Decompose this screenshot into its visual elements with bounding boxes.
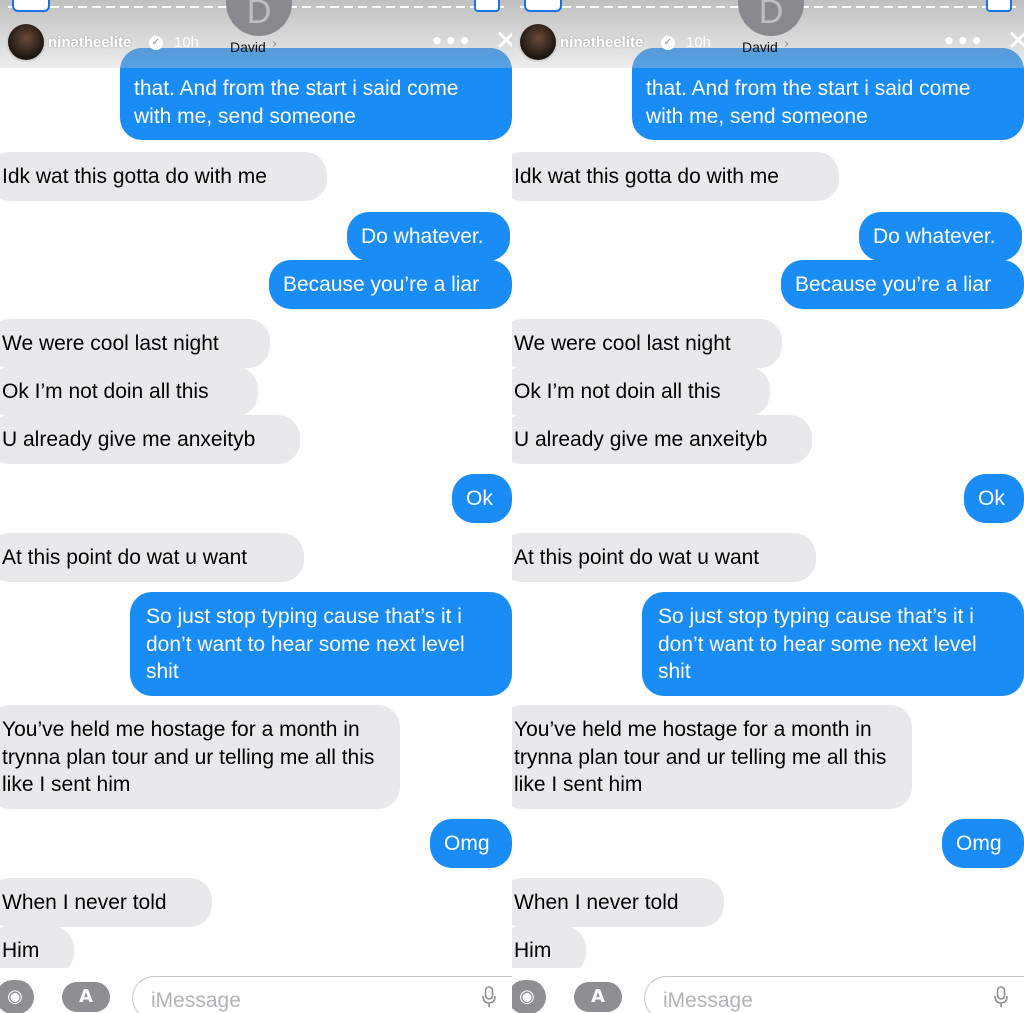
- message-outgoing: Because you’re a liar: [781, 260, 1024, 309]
- message-outgoing: So just stop typing cause that’s it i do…: [130, 592, 512, 696]
- message-incoming: You’ve held me hostage for a month in tr…: [0, 705, 400, 809]
- message-outgoing: Do whatever.: [859, 212, 1022, 261]
- chevron-right-icon[interactable]: ›: [272, 37, 277, 52]
- message-incoming: We were cool last night: [512, 319, 782, 368]
- close-icon[interactable]: ✕: [495, 24, 512, 57]
- status-badge: [524, 0, 562, 12]
- contact-name[interactable]: David: [742, 39, 778, 55]
- message-outgoing: Omg: [430, 819, 512, 868]
- contact-name[interactable]: David: [230, 39, 266, 55]
- message-incoming: Ok I’m not doin all this: [512, 367, 770, 416]
- message-incoming: When I never told: [0, 878, 212, 927]
- camera-icon[interactable]: ◉: [0, 980, 34, 1013]
- camera-badge-icon: [474, 0, 500, 12]
- message-incoming: Idk wat this gotta do with me: [0, 152, 327, 201]
- message-outgoing: Do whatever.: [347, 212, 510, 261]
- mic-icon[interactable]: [994, 986, 1008, 1008]
- story-time: 10h: [174, 34, 200, 51]
- message-incoming: You’ve held me hostage for a month in tr…: [512, 705, 912, 809]
- message-incoming: When I never told: [512, 878, 724, 927]
- message-incoming: At this point do wat u want: [0, 533, 304, 582]
- message-incoming: Idk wat this gotta do with me: [512, 152, 839, 201]
- verified-icon: ✓: [149, 36, 163, 50]
- story-avatar[interactable]: [6, 22, 46, 62]
- more-icon[interactable]: •••: [943, 29, 984, 53]
- status-badge: [12, 0, 50, 12]
- more-icon[interactable]: •••: [431, 29, 472, 53]
- appstore-icon[interactable]: A: [574, 982, 622, 1012]
- camera-badge-icon: [986, 0, 1012, 12]
- close-icon[interactable]: ✕: [1007, 24, 1024, 57]
- message-incoming: U already give me anxeityb: [512, 415, 812, 464]
- message-outgoing: Omg: [942, 819, 1024, 868]
- message-outgoing: Because you’re a liar: [269, 260, 512, 309]
- message-composer: ◉ A: [0, 968, 512, 1013]
- story-screenshot-left: D ninatheelite ✓ 10h David › ••• ✕ that.…: [0, 0, 512, 1013]
- message-incoming: Ok I’m not doin all this: [0, 367, 258, 416]
- message-incoming: U already give me anxeityb: [0, 415, 300, 464]
- story-screenshot-right: D ninatheelite ✓ 10h David › ••• ✕ that.…: [512, 0, 1024, 1013]
- appstore-icon[interactable]: A: [62, 982, 110, 1012]
- verified-icon: ✓: [661, 36, 675, 50]
- message-input[interactable]: [644, 976, 1024, 1013]
- message-outgoing: Ok: [452, 474, 512, 523]
- message-composer: ◉ A: [512, 968, 1024, 1013]
- mic-icon[interactable]: [482, 986, 496, 1008]
- message-outgoing: Ok: [964, 474, 1024, 523]
- message-incoming: At this point do wat u want: [512, 533, 816, 582]
- story-username[interactable]: ninatheelite: [48, 34, 131, 51]
- story-username[interactable]: ninatheelite: [560, 34, 643, 51]
- story-avatar[interactable]: [518, 22, 558, 62]
- chevron-right-icon[interactable]: ›: [784, 37, 789, 52]
- story-time: 10h: [686, 34, 712, 51]
- message-incoming: We were cool last night: [0, 319, 270, 368]
- camera-icon[interactable]: ◉: [512, 980, 546, 1013]
- message-input[interactable]: [132, 976, 512, 1013]
- message-outgoing: So just stop typing cause that’s it i do…: [642, 592, 1024, 696]
